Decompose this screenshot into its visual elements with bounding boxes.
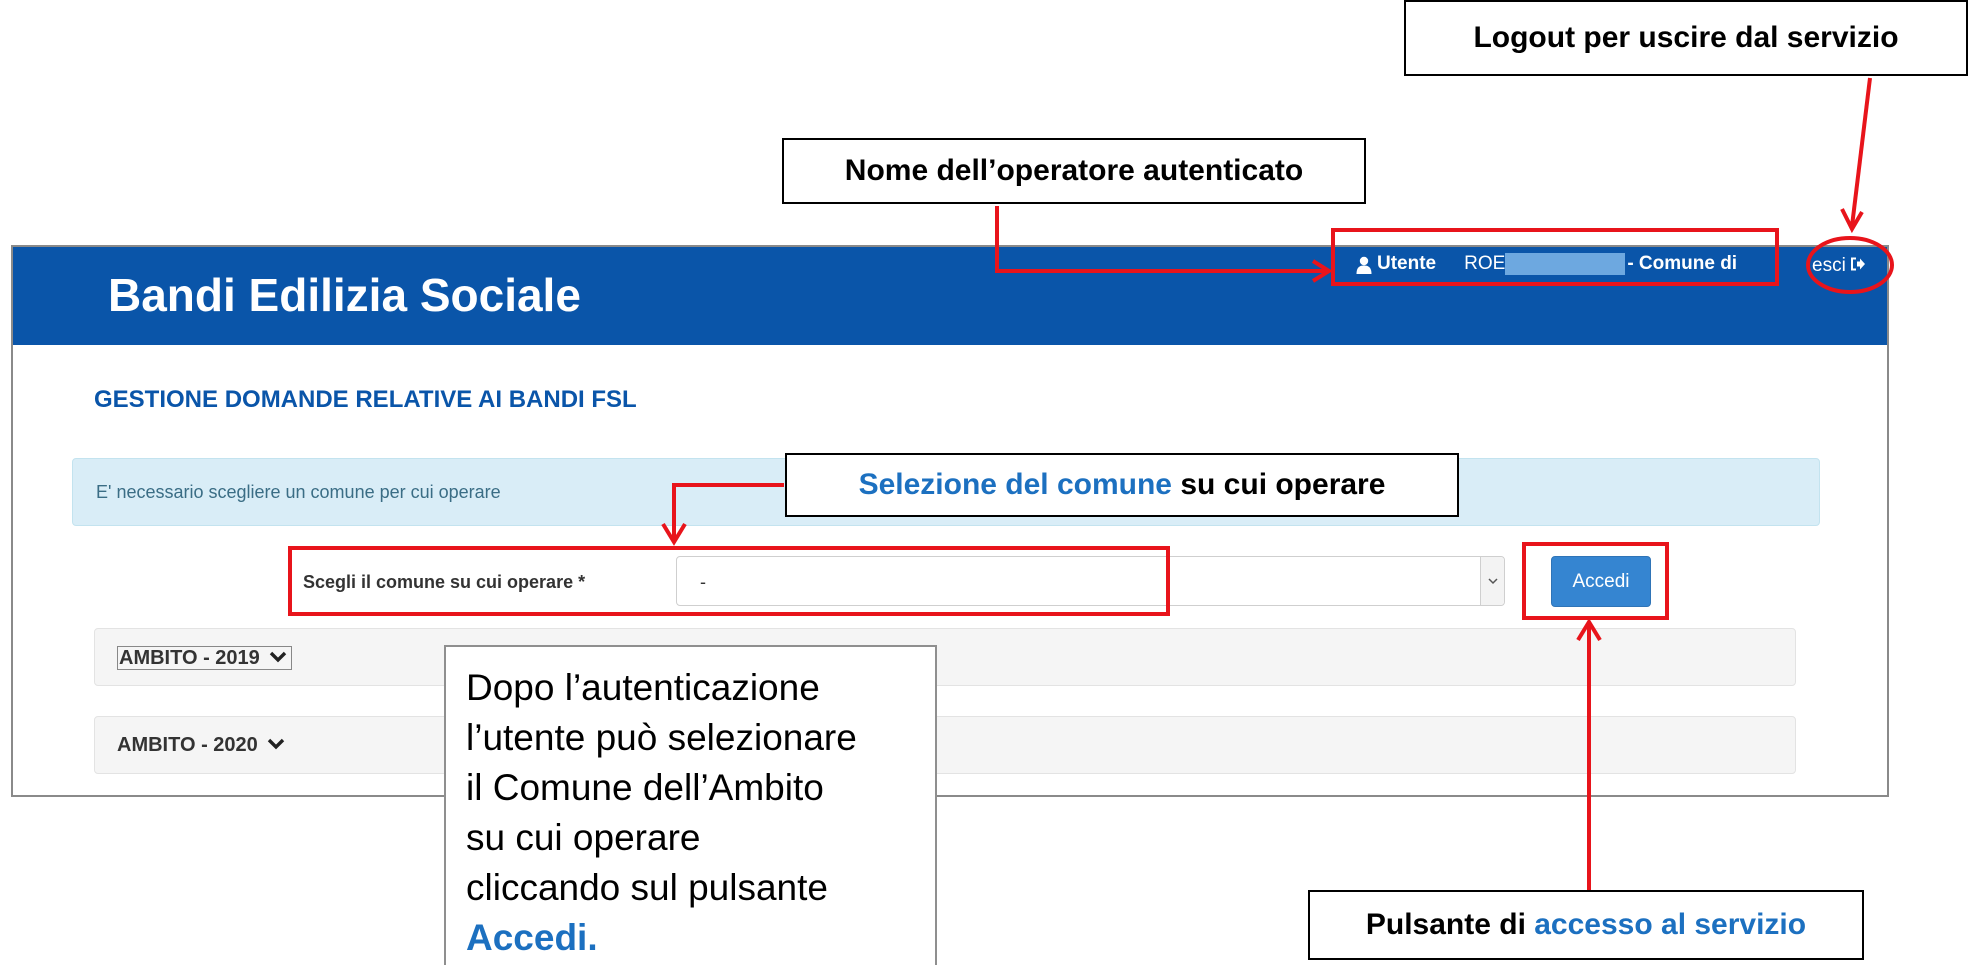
accordion-toggle-2020[interactable]: AMBITO - 2020 <box>117 733 286 757</box>
callout-selezione: Selezione del comune su cui operare <box>785 453 1459 517</box>
accordion-toggle-2019[interactable]: AMBITO - 2019 <box>117 646 292 670</box>
callout-pulsante-highlight: accesso al servizio <box>1534 908 1807 941</box>
comune-select-value: - <box>700 572 706 592</box>
arrow-logout-head <box>1840 208 1864 234</box>
comune-field-label: Scegli il comune su cui operare * <box>303 572 586 592</box>
redacted-user-name <box>1505 253 1626 275</box>
callout-operatore: Nome dell’operatore autenticato <box>782 138 1366 204</box>
description-line: l’utente può selezionare <box>466 717 857 758</box>
chevron-down-icon[interactable] <box>1480 557 1504 605</box>
callout-logout: Logout per uscire dal servizio <box>1404 0 1968 76</box>
accordion-ambito-2019[interactable] <box>94 628 1796 686</box>
app-title: Bandi Edilizia Sociale <box>108 269 581 321</box>
comune-select[interactable] <box>676 556 1505 606</box>
callout-selezione-text: su cui operare <box>1172 468 1386 501</box>
accordion-ambito-2020[interactable] <box>94 716 1796 774</box>
description-line: Dopo l’autenticazione <box>466 667 820 708</box>
callout-pulsante-text: Pulsante di <box>1365 908 1535 941</box>
comune-label: - Comune di <box>1627 253 1738 274</box>
info-alert-text: E' necessario scegliere un comune per cu… <box>96 482 501 502</box>
sign-out-icon <box>1850 255 1866 277</box>
accordion-label: AMBITO - 2019 <box>119 646 260 669</box>
logout-label: esci <box>1812 255 1846 276</box>
chevron-down-icon <box>268 647 288 670</box>
user-label: Utente <box>1377 253 1437 274</box>
accordion-label: AMBITO - 2020 <box>117 733 258 756</box>
accedi-button[interactable]: Accedi <box>1551 556 1651 607</box>
user-info: Utente ROE - Comune di <box>1356 252 1737 276</box>
callout-selezione-highlight: Selezione del comune <box>858 468 1172 501</box>
description-line: su cui operare <box>466 817 701 858</box>
description-accedi: Accedi. <box>466 917 598 958</box>
description-line: il Comune dell’Ambito <box>466 767 824 808</box>
chevron-down-icon <box>266 734 286 757</box>
callout-description: Dopo l’autenticazione l’utente può selez… <box>444 645 937 965</box>
user-icon <box>1356 256 1372 274</box>
arrow-logout <box>1850 77 1872 227</box>
user-name: ROE <box>1464 253 1506 274</box>
logout-link[interactable]: esci <box>1812 255 1866 277</box>
description-line: cliccando sul pulsante <box>466 867 828 908</box>
callout-pulsante: Pulsante di accesso al servizio <box>1308 890 1864 960</box>
page-title: GESTIONE DOMANDE RELATIVE AI BANDI FSL <box>94 386 637 413</box>
